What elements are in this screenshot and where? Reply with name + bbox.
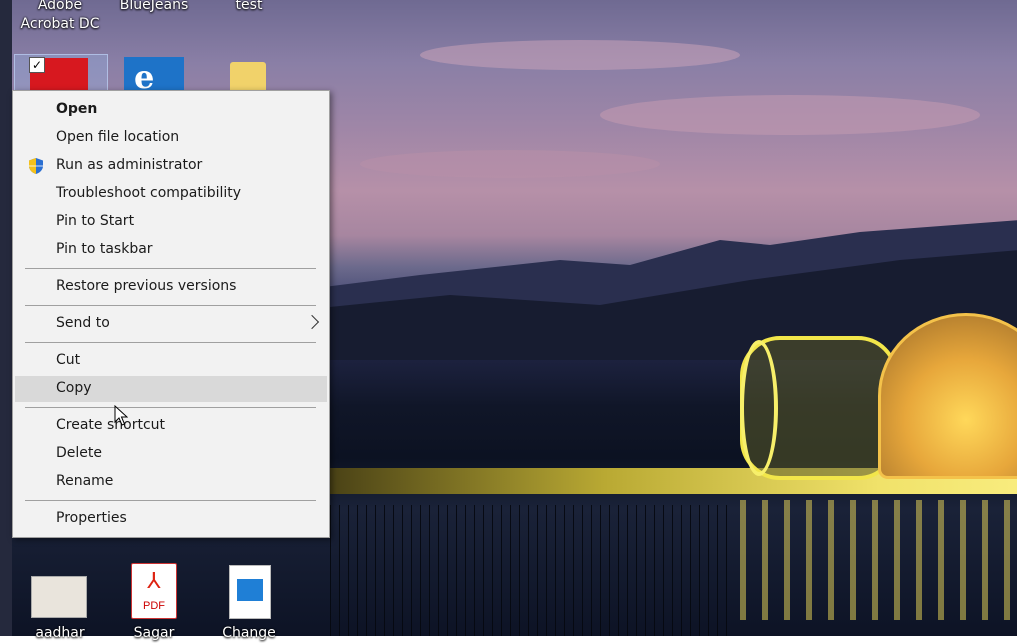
menu-item-pin-to-start[interactable]: Pin to Start xyxy=(15,209,327,235)
desktop-icon-label-change[interactable]: Change xyxy=(207,624,291,643)
screen-edge xyxy=(0,0,12,636)
water-reflection xyxy=(740,500,1017,620)
desktop-icon-label-acrobat[interactable]: Adobe Acrobat DC xyxy=(18,0,102,34)
image-file-icon[interactable] xyxy=(229,565,271,619)
menu-item-label: Properties xyxy=(56,510,127,526)
menu-item-label: Troubleshoot compatibility xyxy=(56,185,242,201)
desktop-icon-label-test[interactable]: test xyxy=(207,0,291,15)
menu-item-cut[interactable]: Cut xyxy=(15,348,327,374)
menu-separator xyxy=(25,407,316,408)
checkbox-icon[interactable]: ✓ xyxy=(29,57,45,73)
chevron-right-icon xyxy=(304,314,320,330)
menu-item-run-as-administrator[interactable]: Run as administrator xyxy=(15,153,327,179)
menu-item-copy[interactable]: Copy xyxy=(15,376,327,402)
menu-item-label: Restore previous versions xyxy=(56,278,237,294)
menu-separator xyxy=(25,268,316,269)
id-card-icon[interactable] xyxy=(31,576,87,618)
sky-cloud xyxy=(360,150,660,178)
menu-item-label: Send to xyxy=(56,315,110,331)
menu-item-label: Delete xyxy=(56,445,102,461)
menu-item-rename[interactable]: Rename xyxy=(15,469,327,495)
menu-item-restore-previous-versions[interactable]: Restore previous versions xyxy=(15,274,327,300)
menu-item-label: Copy xyxy=(56,380,92,396)
bubble-tent-ring xyxy=(740,340,778,476)
menu-item-create-shortcut[interactable]: Create shortcut xyxy=(15,413,327,439)
picture-icon xyxy=(237,579,263,601)
menu-item-open-file-location[interactable]: Open file location xyxy=(15,125,327,151)
menu-item-pin-to-taskbar[interactable]: Pin to taskbar xyxy=(15,237,327,263)
menu-item-label: Rename xyxy=(56,473,114,489)
menu-item-delete[interactable]: Delete xyxy=(15,441,327,467)
menu-item-label: Open xyxy=(56,101,98,117)
menu-item-troubleshoot-compatibility[interactable]: Troubleshoot compatibility xyxy=(15,181,327,207)
menu-item-label: Pin to taskbar xyxy=(56,241,153,257)
menu-item-label: Cut xyxy=(56,352,81,368)
sky-cloud xyxy=(600,95,980,135)
pdf-badge: PDF xyxy=(143,600,165,612)
menu-separator xyxy=(25,500,316,501)
acrobat-symbol-icon: ⅄ xyxy=(147,569,161,594)
menu-item-properties[interactable]: Properties xyxy=(15,506,327,532)
menu-item-label: Create shortcut xyxy=(56,417,166,433)
menu-item-label: Pin to Start xyxy=(56,213,135,229)
menu-separator xyxy=(25,305,316,306)
desktop-icon-label-sagar[interactable]: Sagar xyxy=(112,624,196,643)
menu-item-send-to[interactable]: Send to xyxy=(15,311,327,337)
desktop-icon-label-aadhar[interactable]: aadhar xyxy=(18,624,102,643)
pdf-file-icon[interactable]: ⅄ PDF xyxy=(131,563,177,619)
shield-icon xyxy=(29,158,43,174)
menu-item-label: Run as administrator xyxy=(56,157,203,173)
sky-cloud xyxy=(420,40,740,70)
menu-item-open[interactable]: Open xyxy=(15,97,327,123)
desktop-icon-label-bluejeans[interactable]: BlueJeans xyxy=(112,0,196,15)
mouse-cursor-icon xyxy=(114,405,128,426)
menu-item-label: Open file location xyxy=(56,129,180,145)
menu-separator xyxy=(25,342,316,343)
context-menu: Open Open file location Run as administr… xyxy=(12,90,330,538)
